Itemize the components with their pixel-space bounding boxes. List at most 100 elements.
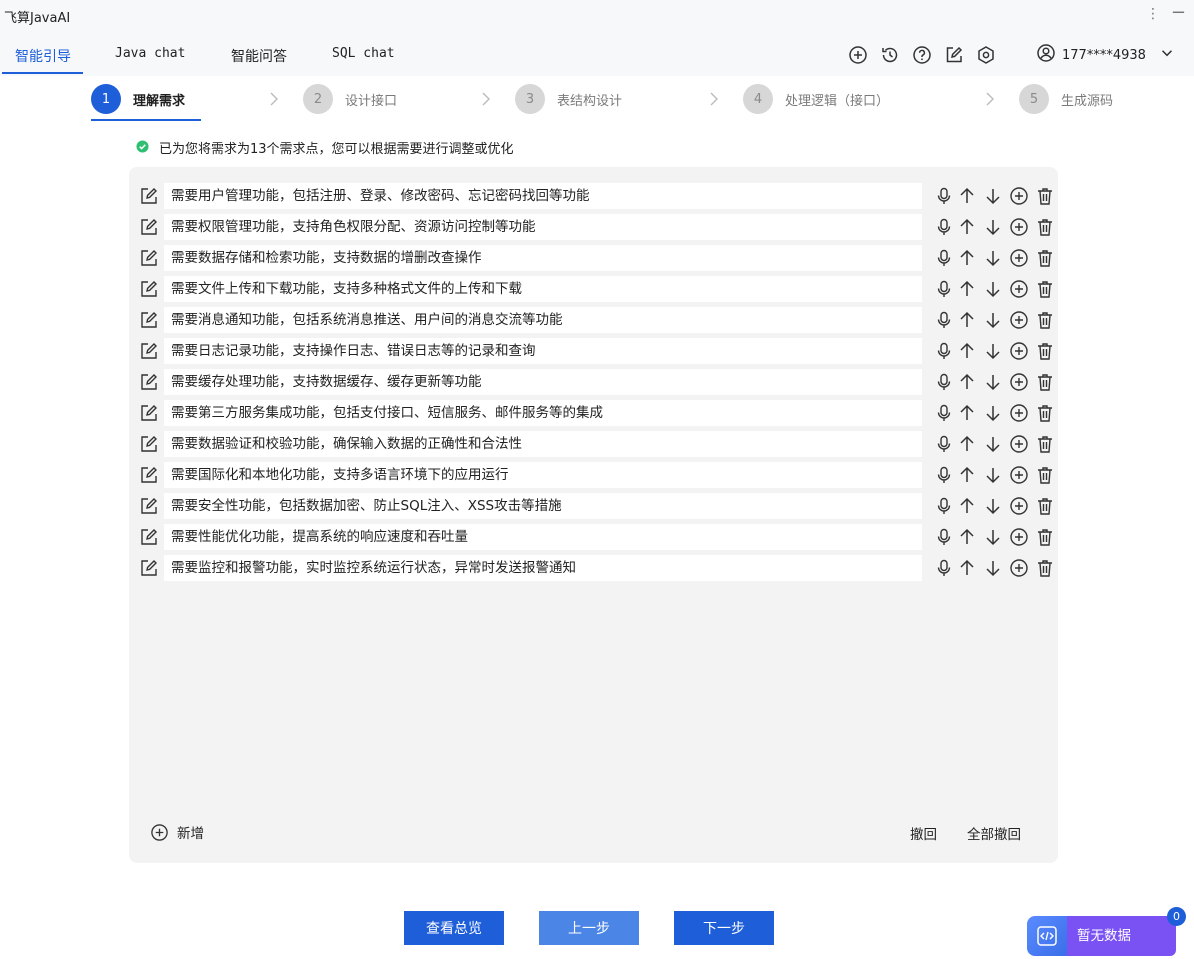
edit-icon[interactable] [139,279,159,299]
edit-icon[interactable] [139,496,159,516]
requirement-text-field[interactable]: 需要权限管理功能，支持角色权限分配、资源访问控制等功能 [164,214,922,240]
requirement-text-field[interactable]: 需要消息通知功能，包括系统消息推送、用户间的消息交流等功能 [164,307,922,333]
tab-sql-chat[interactable]: SQL chat [332,46,395,61]
add-circle-icon[interactable] [1009,372,1029,392]
add-circle-icon[interactable] [1009,217,1029,237]
mic-icon[interactable] [934,434,954,454]
add-circle-icon[interactable] [1009,496,1029,516]
tab-smart-guide[interactable]: 智能引导 [15,46,71,66]
add-circle-icon[interactable] [848,45,868,65]
add-circle-icon[interactable] [1009,310,1029,330]
arrow-down-icon[interactable] [983,248,1003,268]
edit-icon[interactable] [139,372,159,392]
add-circle-icon[interactable] [1009,465,1029,485]
step-table-design[interactable]: 3 表结构设计 [515,84,622,114]
edit-icon[interactable] [139,434,159,454]
minimize-icon[interactable]: − [1171,2,1186,23]
undo-button[interactable]: 撤回 [910,823,937,843]
requirement-text-field[interactable]: 需要第三方服务集成功能，包括支付接口、短信服务、邮件服务等的集成 [164,400,922,426]
history-icon[interactable] [880,45,900,65]
add-requirement-button[interactable]: 新增 [150,822,204,842]
step-understand-requirements[interactable]: 1 理解需求 [91,84,185,114]
add-circle-icon[interactable] [1009,403,1029,423]
step-design-api[interactable]: 2 设计接口 [303,84,397,114]
trash-icon[interactable] [1035,558,1055,578]
requirement-text-field[interactable]: 需要缓存处理功能，支持数据缓存、缓存更新等功能 [164,369,922,395]
edit-icon[interactable] [139,558,159,578]
add-circle-icon[interactable] [1009,434,1029,454]
requirement-text-field[interactable]: 需要性能优化功能，提高系统的响应速度和吞吐量 [164,524,922,550]
step-processing-logic[interactable]: 4 处理逻辑（接口） [743,84,889,114]
arrow-down-icon[interactable] [983,186,1003,206]
settings-icon[interactable] [976,45,996,65]
arrow-up-icon[interactable] [957,372,977,392]
edit-icon[interactable] [944,45,964,65]
mic-icon[interactable] [934,496,954,516]
arrow-up-icon[interactable] [957,527,977,547]
add-circle-icon[interactable] [1009,341,1029,361]
edit-icon[interactable] [139,310,159,330]
arrow-down-icon[interactable] [983,496,1003,516]
arrow-up-icon[interactable] [957,279,977,299]
edit-icon[interactable] [139,248,159,268]
mic-icon[interactable] [934,465,954,485]
requirement-text-field[interactable]: 需要监控和报警功能，实时监控系统运行状态，异常时发送报警通知 [164,555,922,581]
previous-step-button[interactable]: 上一步 [539,911,639,945]
arrow-down-icon[interactable] [983,558,1003,578]
chevron-down-icon[interactable] [1158,44,1176,66]
add-circle-icon[interactable] [1009,558,1029,578]
step-generate-source[interactable]: 5 生成源码 [1019,84,1113,114]
arrow-down-icon[interactable] [983,279,1003,299]
tab-java-chat[interactable]: Java chat [115,46,185,61]
mic-icon[interactable] [934,186,954,206]
trash-icon[interactable] [1035,341,1055,361]
add-circle-icon[interactable] [1009,279,1029,299]
mic-icon[interactable] [934,248,954,268]
edit-icon[interactable] [139,217,159,237]
arrow-up-icon[interactable] [957,403,977,423]
mic-icon[interactable] [934,217,954,237]
arrow-down-icon[interactable] [983,465,1003,485]
trash-icon[interactable] [1035,465,1055,485]
arrow-up-icon[interactable] [957,496,977,516]
arrow-down-icon[interactable] [983,217,1003,237]
edit-icon[interactable] [139,465,159,485]
trash-icon[interactable] [1035,217,1055,237]
edit-icon[interactable] [139,341,159,361]
edit-icon[interactable] [139,186,159,206]
trash-icon[interactable] [1035,248,1055,268]
arrow-up-icon[interactable] [957,434,977,454]
arrow-up-icon[interactable] [957,465,977,485]
more-options-icon[interactable]: ⋮ [1146,6,1160,22]
floating-widget[interactable]: 暂无数据 [1027,916,1176,956]
requirement-text-field[interactable]: 需要安全性功能，包括数据加密、防止SQL注入、XSS攻击等措施 [164,493,922,519]
arrow-up-icon[interactable] [957,217,977,237]
trash-icon[interactable] [1035,434,1055,454]
arrow-up-icon[interactable] [957,248,977,268]
trash-icon[interactable] [1035,403,1055,423]
trash-icon[interactable] [1035,310,1055,330]
edit-icon[interactable] [139,403,159,423]
arrow-down-icon[interactable] [983,372,1003,392]
requirement-text-field[interactable]: 需要日志记录功能，支持操作日志、错误日志等的记录和查询 [164,338,922,364]
trash-icon[interactable] [1035,186,1055,206]
arrow-up-icon[interactable] [957,558,977,578]
mic-icon[interactable] [934,558,954,578]
trash-icon[interactable] [1035,496,1055,516]
add-circle-icon[interactable] [1009,186,1029,206]
edit-icon[interactable] [139,527,159,547]
requirement-text-field[interactable]: 需要文件上传和下载功能，支持多种格式文件的上传和下载 [164,276,922,302]
requirement-text-field[interactable]: 需要国际化和本地化功能，支持多语言环境下的应用运行 [164,462,922,488]
view-overview-button[interactable]: 查看总览 [404,911,504,945]
help-icon[interactable] [912,45,932,65]
mic-icon[interactable] [934,527,954,547]
mic-icon[interactable] [934,403,954,423]
arrow-down-icon[interactable] [983,310,1003,330]
requirement-text-field[interactable]: 需要数据存储和检索功能，支持数据的增删改查操作 [164,245,922,271]
add-circle-icon[interactable] [1009,248,1029,268]
arrow-up-icon[interactable] [957,310,977,330]
arrow-down-icon[interactable] [983,527,1003,547]
mic-icon[interactable] [934,341,954,361]
trash-icon[interactable] [1035,372,1055,392]
trash-icon[interactable] [1035,527,1055,547]
